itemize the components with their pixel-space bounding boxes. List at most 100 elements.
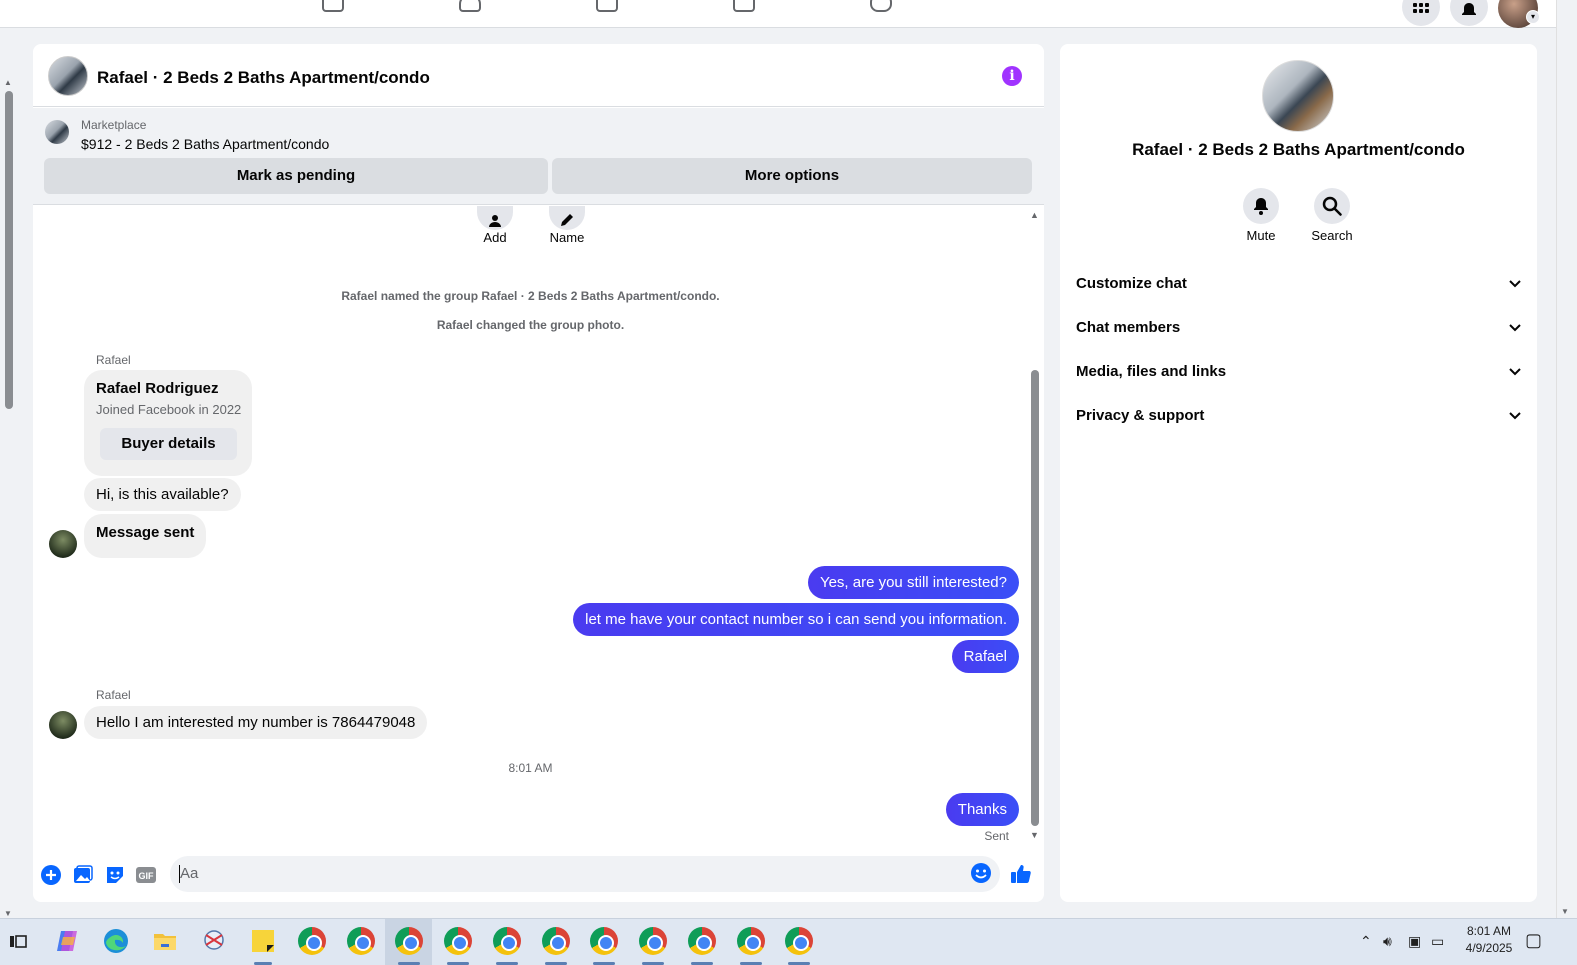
buyer-joined-text: Joined Facebook in 2022 [96,402,242,417]
notifications-button[interactable] [1450,0,1488,26]
scroll-down-icon[interactable]: ▼ [1030,830,1039,840]
scrollbar-thumb[interactable] [1031,370,1039,826]
chrome-icon[interactable] [737,927,765,955]
conversation-area: Add Name Rafael named the group Rafael ·… [33,206,1044,846]
file-explorer-icon[interactable] [151,927,179,955]
photo-icon[interactable] [72,864,94,886]
profile-avatar-button[interactable]: ▾ [1498,0,1540,28]
customize-chat-section[interactable]: Customize chat [1076,275,1522,299]
thumbs-up-icon[interactable] [1010,863,1032,885]
sender-avatar[interactable] [49,530,77,558]
scroll-down-icon[interactable]: ▼ [4,909,12,918]
volume-icon[interactable]: 🔊︎ [1383,933,1392,950]
chrome-icon[interactable] [542,927,570,955]
search-label: Search [1311,228,1353,243]
scroll-up-icon[interactable]: ▲ [4,78,12,87]
emoji-icon[interactable] [970,862,992,884]
conversation-scrollbar[interactable]: ▲ ▼ [1029,210,1043,840]
system-message: Rafael named the group Rafael · 2 Beds 2… [341,289,720,303]
message-input-container[interactable] [170,856,1000,892]
gaming-icon[interactable] [870,0,892,12]
page-scrollbar[interactable]: ▲ ▼ [0,76,18,918]
chrome-icon[interactable] [639,927,667,955]
plus-circle-icon[interactable] [40,864,62,886]
buyer-details-button[interactable]: Buyer details [100,428,237,460]
grid-icon [1413,3,1429,13]
incoming-message[interactable]: Message sent [84,514,207,558]
chrome-icon[interactable] [395,927,423,955]
window-scrollbar[interactable]: ▼ [1556,0,1577,918]
listing-title[interactable]: $912 - 2 Beds 2 Baths Apartment/condo [81,136,329,152]
section-label: Media, files and links [1076,363,1227,380]
marketplace-icon[interactable] [733,0,755,12]
pencil-icon [561,214,573,226]
chrome-icon[interactable] [444,927,472,955]
top-navigation-bar: ▾ [0,0,1556,28]
mark-as-pending-button[interactable]: Mark as pending [44,158,548,194]
section-label: Customize chat [1076,275,1187,292]
windows-taskbar: ⌃ 🔊︎ ▣ ▭ 8:01 AM 4/9/2025 ▢ [0,918,1577,965]
incoming-message[interactable]: Hi, is this available? [84,478,241,511]
group-avatar[interactable] [48,56,88,96]
chrome-icon[interactable] [493,927,521,955]
sender-avatar[interactable] [49,711,77,739]
edge-icon[interactable] [102,927,130,955]
system-clock[interactable]: 8:01 AM 4/9/2025 [1454,923,1524,957]
info-icon[interactable]: i [1002,66,1022,86]
chevron-down-icon [1509,324,1521,332]
bell-icon [1462,3,1476,15]
add-person-icon [489,215,501,227]
gif-icon[interactable]: GIF [135,864,157,886]
buyer-name[interactable]: Rafael Rodriguez [96,380,219,397]
search-button[interactable] [1314,188,1350,224]
group-avatar-large[interactable] [1262,60,1334,132]
add-label: Add [483,230,507,245]
outgoing-message[interactable]: let me have your contact number so i can… [573,603,1019,636]
buyer-profile-card: Rafael Rodriguez Joined Facebook in 2022… [84,370,252,476]
video-icon[interactable] [596,0,618,12]
chrome-icon[interactable] [785,927,813,955]
network-icon[interactable]: ▭ [1431,933,1444,950]
mute-label: Mute [1246,228,1276,243]
menu-grid-button[interactable] [1402,0,1440,26]
task-view-icon[interactable] [4,927,32,955]
section-label: Chat members [1076,319,1181,336]
chrome-icon[interactable] [688,927,716,955]
outgoing-message[interactable]: Rafael [951,640,1019,673]
message-timestamp: 8:01 AM [508,761,553,775]
media-files-links-section[interactable]: Media, files and links [1076,363,1522,387]
edit-name-button[interactable] [549,206,585,230]
marketplace-banner: Marketplace $912 - 2 Beds 2 Baths Apartm… [33,108,1044,205]
outgoing-message[interactable]: Thanks [945,793,1019,826]
message-input[interactable] [180,865,960,882]
listing-thumbnail[interactable] [45,120,69,144]
outgoing-message[interactable]: Yes, are you still interested? [807,566,1019,599]
meet-now-icon[interactable]: ▣ [1408,933,1421,950]
privacy-support-section[interactable]: Privacy & support [1076,407,1522,431]
add-person-button[interactable] [477,206,513,230]
scroll-up-icon[interactable]: ▲ [1030,210,1039,220]
copilot-icon[interactable] [53,927,81,955]
chat-members-section[interactable]: Chat members [1076,319,1522,343]
chat-title[interactable]: Rafael · 2 Beds 2 Baths Apartment/condo [97,68,430,88]
sticker-icon[interactable] [104,864,126,886]
chrome-icon[interactable] [347,927,375,955]
chat-panel: Rafael · 2 Beds 2 Baths Apartment/condo … [33,44,1044,902]
friends-icon[interactable] [459,0,481,12]
more-options-button[interactable]: More options [552,158,1032,194]
chrome-icon[interactable] [298,927,326,955]
incoming-message[interactable]: Hello I am interested my number is 78644… [84,706,428,739]
sticky-notes-icon[interactable] [249,927,277,955]
sender-name: Rafael [96,353,131,367]
home-icon[interactable] [322,0,344,12]
notification-center-icon[interactable]: ▢ [1525,930,1542,951]
system-message: Rafael changed the group photo. [436,318,625,332]
mute-button[interactable] [1243,188,1279,224]
chevron-up-icon[interactable]: ⌃ [1360,933,1372,950]
snipping-tool-icon[interactable] [200,927,228,955]
scrollbar-thumb[interactable] [5,91,13,409]
chrome-icon[interactable] [590,927,618,955]
svg-text:GIF: GIF [139,871,155,881]
scroll-down-icon[interactable]: ▼ [1561,907,1569,916]
sender-name: Rafael [96,688,131,702]
